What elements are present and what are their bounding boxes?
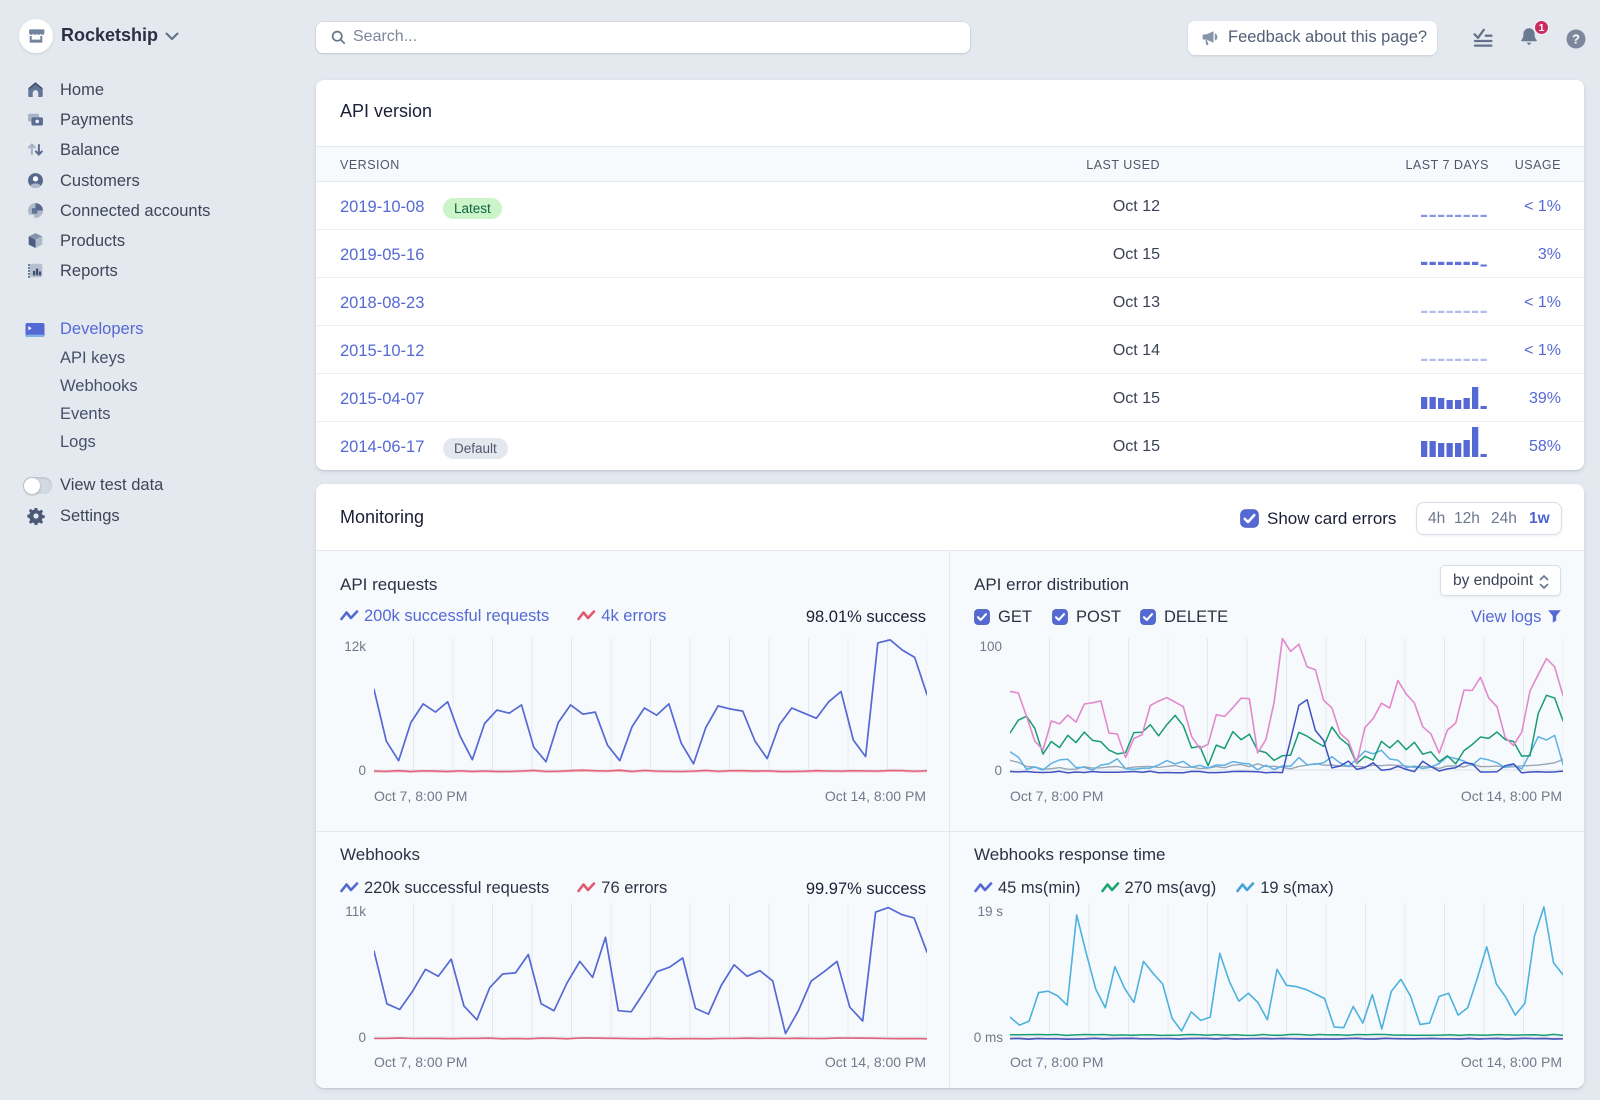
svg-text:?: ? xyxy=(1572,32,1580,47)
